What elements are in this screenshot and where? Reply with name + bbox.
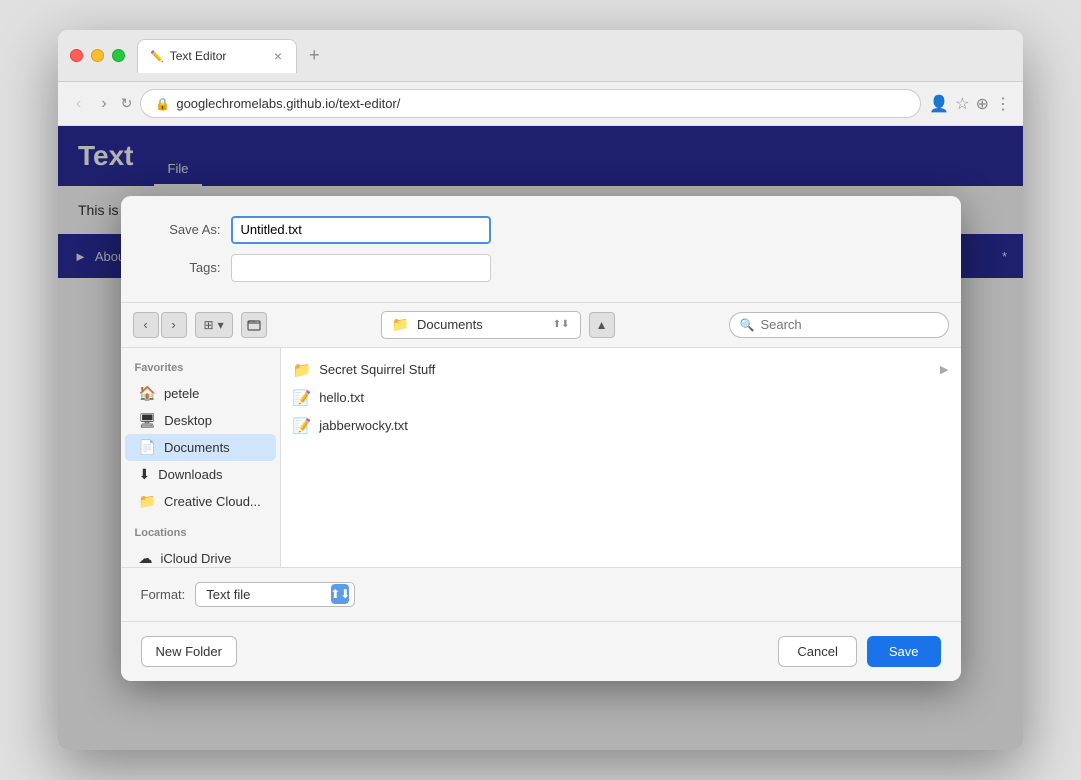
save-as-input[interactable] [231,216,491,244]
tags-input[interactable] [231,254,491,282]
sidebar-item-desktop-label: Desktop [164,413,212,428]
file-browser-toolbar: ‹ › ⊞ ▾ [121,302,961,348]
sidebar-item-petele-label: petele [164,386,199,401]
tags-row: Tags: [141,254,941,282]
address-bar: ‹ › ↻ 🔒 googlechromelabs.github.io/text-… [58,82,1023,126]
icloud-icon: ☁ [139,550,153,567]
toolbar-back-button[interactable]: ‹ [133,312,159,338]
file-item-label: Secret Squirrel Stuff [319,362,435,377]
sidebar-item-petele[interactable]: 🏠 petele [125,380,276,407]
format-label: Format: [141,587,186,602]
sidebar-item-icloud[interactable]: ☁ iCloud Drive [125,545,276,567]
desktop-icon: 🖥 [139,412,157,429]
cancel-button[interactable]: Cancel [778,636,856,667]
save-as-row: Save As: [141,216,941,244]
search-input[interactable] [760,317,900,332]
dialog-overlay: Save As: Tags: ‹ › ⊞ [58,126,1023,750]
page-content: Text File This is a n Save As: Tags: [58,126,1023,750]
tab-close-button[interactable]: × [272,48,284,64]
search-icon: 🔍 [740,318,755,332]
file-item-jabberwocky[interactable]: 📝 jabberwocky.txt [281,412,961,440]
title-bar: ✏️ Text Editor × + [58,30,1023,82]
browser-window: ✏️ Text Editor × + ‹ › ↻ 🔒 googlechromel… [58,30,1023,750]
documents-icon: 📄 [139,439,156,456]
file-list: 📁 Secret Squirrel Stuff ▶ 📝 hello.txt 📝 … [281,348,961,567]
view-columns-icon: ⊞ [204,318,214,332]
lock-icon: 🔒 [155,97,170,111]
bookmark-icon-button[interactable]: ☆ [955,94,969,114]
sidebar-item-creative-cloud[interactable]: 📁 Creative Cloud... [125,488,276,515]
file-item-label: hello.txt [319,390,364,405]
sidebar-item-documents-label: Documents [164,440,230,455]
view-chevron-icon: ▾ [218,318,224,332]
active-tab[interactable]: ✏️ Text Editor × [137,39,297,73]
toolbar-forward-button[interactable]: › [161,312,187,338]
sidebar-item-creative-cloud-label: Creative Cloud... [164,494,261,509]
format-section: Format: Text file HTML file Markdown ⬆⬇ [121,568,961,622]
save-button[interactable]: Save [867,636,941,667]
sidebar-item-downloads-label: Downloads [158,467,222,482]
dialog-actions: Cancel Save [778,636,940,667]
downloads-icon: ⬇ [139,466,151,483]
location-dropdown[interactable]: 📁 Documents ⬆⬇ [381,311,581,339]
locations-label: Locations [121,525,280,545]
folder-arrow-icon: ▶ [940,363,948,376]
address-actions: 👤 ☆ ⊕ ⋮ [929,94,1011,114]
favorites-label: Favorites [121,360,280,380]
text-file-icon: 📝 [293,417,312,435]
sidebar: Favorites 🏠 petele 🖥 Desktop 📄 Documents [121,348,281,567]
tab-favicon-icon: ✏️ [150,50,164,63]
format-select[interactable]: Text file HTML file Markdown [195,582,355,607]
traffic-lights [70,49,125,62]
home-icon: 🏠 [139,385,156,402]
sidebar-item-documents[interactable]: 📄 Documents [125,434,276,461]
new-folder-toolbar-button[interactable] [241,312,267,338]
url-text: googlechromelabs.github.io/text-editor/ [176,96,400,111]
current-folder-label: Documents [417,317,483,332]
search-box[interactable]: 🔍 [729,312,949,338]
new-folder-button[interactable]: New Folder [141,636,237,667]
maximize-traffic-light[interactable] [112,49,125,62]
sidebar-item-desktop[interactable]: 🖥 Desktop [125,407,276,434]
creative-cloud-icon: 📁 [139,493,156,510]
forward-button[interactable]: › [95,91,112,117]
toolbar-nav-group: ‹ › [133,312,187,338]
view-selector[interactable]: ⊞ ▾ [195,312,233,338]
tags-label: Tags: [141,260,221,275]
folder-icon: 📁 [293,361,312,379]
file-item-secret-squirrel[interactable]: 📁 Secret Squirrel Stuff ▶ [281,356,961,384]
save-as-label: Save As: [141,222,221,237]
refresh-button[interactable]: ↻ [121,95,133,112]
new-tab-button[interactable]: + [301,41,328,70]
sidebar-item-downloads[interactable]: ⬇ Downloads [125,461,276,488]
back-button[interactable]: ‹ [70,91,87,117]
minimize-traffic-light[interactable] [91,49,104,62]
dialog-footer: New Folder Cancel Save [121,622,961,681]
close-traffic-light[interactable] [70,49,83,62]
file-item-hello[interactable]: 📝 hello.txt [281,384,961,412]
sidebar-item-icloud-label: iCloud Drive [161,551,232,566]
account-icon-button[interactable]: 👤 [929,94,949,114]
text-file-icon: 📝 [293,389,312,407]
format-select-wrapper: Text file HTML file Markdown ⬆⬇ [195,582,355,607]
tab-title: Text Editor [170,49,227,63]
location-folder-icon: 📁 [392,316,409,333]
expand-button[interactable]: ▲ [589,312,615,338]
tab-bar: ✏️ Text Editor × + [137,39,1011,73]
url-bar[interactable]: 🔒 googlechromelabs.github.io/text-editor… [140,89,921,118]
profile-icon-button[interactable]: ⊕ [976,94,989,114]
save-dialog: Save As: Tags: ‹ › ⊞ [121,196,961,681]
menu-dots-button[interactable]: ⋮ [995,94,1011,114]
file-browser-body: Favorites 🏠 petele 🖥 Desktop 📄 Documents [121,348,961,568]
file-item-label: jabberwocky.txt [319,418,408,433]
location-chevron-icon: ⬆⬇ [553,319,570,330]
dialog-header: Save As: Tags: [121,196,961,302]
